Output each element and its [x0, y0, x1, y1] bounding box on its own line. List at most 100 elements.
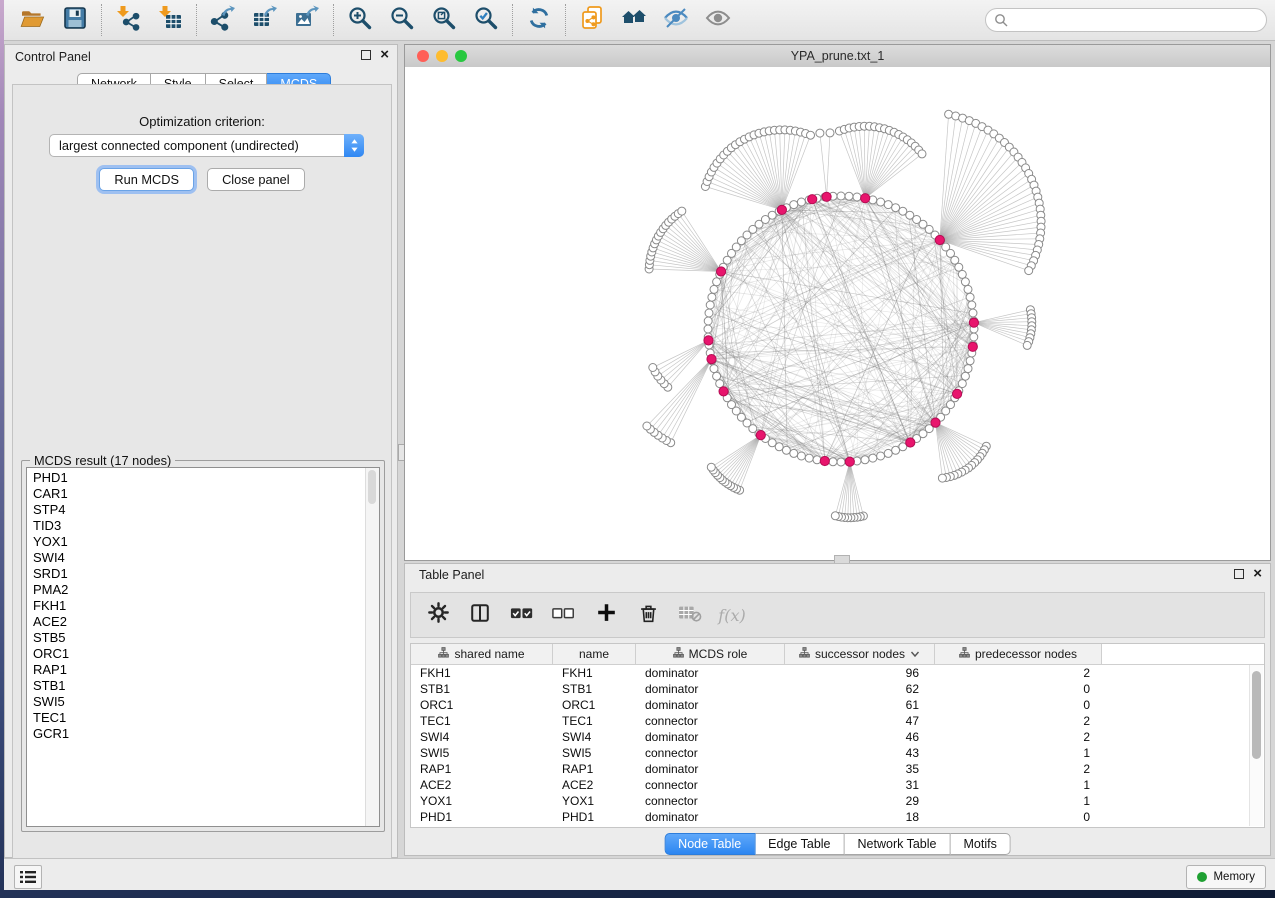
network-canvas[interactable]	[405, 67, 1270, 560]
zoom-fit-button[interactable]	[423, 3, 465, 37]
cell-mcds_role: dominator	[636, 730, 785, 744]
cell-shared_name: FKH1	[411, 666, 553, 680]
cell-successors: 46	[785, 730, 935, 744]
main-toolbar	[4, 0, 1275, 41]
mcds-result-item[interactable]: SWI4	[33, 550, 366, 566]
zoom-selected-button[interactable]	[465, 3, 507, 37]
column-header-predecessor-nodes[interactable]: predecessor nodes	[935, 644, 1102, 664]
memory-label: Memory	[1213, 871, 1255, 883]
select-all-rows-button[interactable]	[509, 600, 535, 630]
table-row[interactable]: PHD1PHD1dominator180	[411, 809, 1264, 825]
mcds-result-item[interactable]: STP4	[33, 502, 366, 518]
mcds-result-item[interactable]: RAP1	[33, 662, 366, 678]
clone-network-icon	[579, 5, 605, 36]
float-table-panel-icon[interactable]	[1234, 569, 1244, 579]
mcds-result-item[interactable]: ACE2	[33, 614, 366, 630]
column-header-successor-nodes[interactable]: successor nodes	[785, 644, 935, 664]
settings-gear-button[interactable]	[425, 600, 451, 630]
cell-predecessors: 2	[935, 714, 1102, 728]
memory-button[interactable]: Memory	[1186, 865, 1266, 889]
import-network-button[interactable]	[107, 3, 149, 37]
mcds-result-item[interactable]: TID3	[33, 518, 366, 534]
mcds-result-group: MCDS result (17 nodes) PHD1CAR1STP4TID3Y…	[21, 460, 385, 832]
save-session-button[interactable]	[54, 3, 96, 37]
add-column-button[interactable]	[593, 600, 619, 630]
tab-motifs[interactable]: Motifs	[950, 833, 1010, 855]
delete-columns-button[interactable]	[635, 600, 661, 630]
close-table-panel-icon[interactable]: ×	[1253, 568, 1262, 580]
table-panel-title: Table Panel	[419, 568, 484, 582]
table-row[interactable]: FKH1FKH1dominator962	[411, 665, 1264, 681]
table-row[interactable]: SWI5SWI5connector431	[411, 745, 1264, 761]
mcds-result-item[interactable]: GCR1	[33, 726, 366, 742]
mcds-list-scrollbar[interactable]	[365, 468, 379, 826]
cell-shared_name: STB1	[411, 682, 553, 696]
cell-predecessors: 2	[935, 666, 1102, 680]
zoom-fit-icon	[431, 5, 457, 36]
table-row[interactable]: ORC1ORC1dominator610	[411, 697, 1264, 713]
column-header-shared-name[interactable]: shared name	[411, 644, 553, 664]
tab-network-table[interactable]: Network Table	[845, 833, 951, 855]
zoom-in-button[interactable]	[339, 3, 381, 37]
task-history-button[interactable]	[14, 865, 42, 889]
table-body: FKH1FKH1dominator962STB1STB1dominator620…	[411, 665, 1264, 825]
cell-shared_name: SWI5	[411, 746, 553, 760]
show-visibility-button[interactable]	[697, 3, 739, 37]
table-row[interactable]: TEC1TEC1connector472	[411, 713, 1264, 729]
export-network-button[interactable]	[202, 3, 244, 37]
task-list-icon	[20, 870, 36, 884]
network-window-titlebar[interactable]: YPA_prune.txt_1	[405, 45, 1270, 68]
refresh-layout-button[interactable]	[518, 3, 560, 37]
show-visibility-icon	[705, 5, 731, 36]
tab-edge-table[interactable]: Edge Table	[755, 833, 844, 855]
criterion-select[interactable]: largest connected component (undirected)	[49, 134, 364, 157]
hide-visibility-button[interactable]	[655, 3, 697, 37]
deselect-all-rows-button[interactable]	[551, 600, 577, 630]
mcds-result-item[interactable]: YOX1	[33, 534, 366, 550]
mcds-result-item[interactable]: SRD1	[33, 566, 366, 582]
table-row[interactable]: YOX1YOX1connector291	[411, 793, 1264, 809]
tab-node-table[interactable]: Node Table	[664, 833, 755, 855]
mcds-result-item[interactable]: STB5	[33, 630, 366, 646]
home-networks-button[interactable]	[613, 3, 655, 37]
toggle-columns-button[interactable]	[467, 600, 493, 630]
export-image-button[interactable]	[286, 3, 328, 37]
search-icon	[994, 13, 1008, 27]
table-row[interactable]: STB1STB1dominator620	[411, 681, 1264, 697]
search-input[interactable]	[1013, 12, 1258, 28]
table-row[interactable]: SWI4SWI4dominator462	[411, 729, 1264, 745]
mcds-result-list[interactable]: PHD1CAR1STP4TID3YOX1SWI4SRD1PMA2FKH1ACE2…	[26, 467, 380, 827]
zoom-out-button[interactable]	[381, 3, 423, 37]
toolbar-separator	[333, 4, 334, 36]
search-box[interactable]	[985, 8, 1267, 32]
open-file-button[interactable]	[12, 3, 54, 37]
mcds-result-item[interactable]: ORC1	[33, 646, 366, 662]
table-toolbar: f(x)	[410, 592, 1265, 638]
save-session-icon	[62, 5, 88, 36]
float-panel-icon[interactable]	[361, 50, 371, 60]
table-scrollbar[interactable]	[1249, 665, 1263, 826]
mcds-result-item[interactable]: PMA2	[33, 582, 366, 598]
mcds-result-item[interactable]: PHD1	[33, 470, 366, 486]
mcds-result-item[interactable]: TEC1	[33, 710, 366, 726]
mcds-result-item[interactable]: FKH1	[33, 598, 366, 614]
cell-name: FKH1	[553, 666, 636, 680]
cell-shared_name: RAP1	[411, 762, 553, 776]
mcds-result-item[interactable]: SWI5	[33, 694, 366, 710]
clone-network-button[interactable]	[571, 3, 613, 37]
export-table-button[interactable]	[244, 3, 286, 37]
column-header-name[interactable]: name	[553, 644, 636, 664]
zoom-in-icon	[347, 5, 373, 36]
mcds-result-item[interactable]: CAR1	[33, 486, 366, 502]
mcds-result-item[interactable]: STB1	[33, 678, 366, 694]
cell-predecessors: 2	[935, 762, 1102, 776]
column-header-MCDS-role[interactable]: MCDS role	[636, 644, 785, 664]
close-panel-icon[interactable]: ×	[380, 49, 389, 61]
table-row[interactable]: RAP1RAP1dominator352	[411, 761, 1264, 777]
import-table-button[interactable]	[149, 3, 191, 37]
close-panel-button[interactable]: Close panel	[207, 168, 305, 191]
table-scrollbar-thumb[interactable]	[1252, 671, 1261, 759]
table-row[interactable]: ACE2ACE2connector311	[411, 777, 1264, 793]
run-mcds-button[interactable]: Run MCDS	[99, 168, 194, 191]
import-table-icon	[157, 5, 183, 36]
